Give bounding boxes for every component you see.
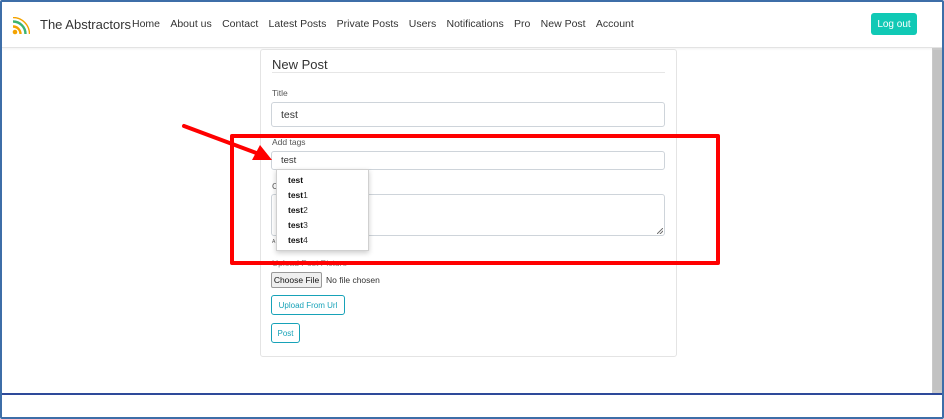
nav-pro[interactable]: Pro: [514, 18, 530, 30]
nav-private-posts[interactable]: Private Posts: [337, 18, 399, 30]
nav-notifications[interactable]: Notifications: [447, 18, 504, 30]
nav-about-us[interactable]: About us: [170, 18, 211, 30]
brand-name[interactable]: The Abstractors: [40, 17, 131, 32]
post-button[interactable]: Post: [271, 323, 300, 343]
nav-contact[interactable]: Contact: [222, 18, 258, 30]
logout-button[interactable]: Log out: [871, 13, 917, 35]
screenshot-frame: The Abstractors Home About us Contact La…: [0, 0, 944, 419]
title-input[interactable]: test: [271, 102, 665, 127]
choose-file-button[interactable]: Choose File: [271, 272, 322, 288]
nav-users[interactable]: Users: [409, 18, 436, 30]
navbar: The Abstractors Home About us Contact La…: [2, 2, 942, 48]
title-label: Title: [272, 88, 288, 98]
rss-feed-icon: [12, 17, 30, 35]
form-heading: New Post: [272, 57, 328, 72]
upload-from-url-button[interactable]: Upload From Url: [271, 295, 345, 315]
scrollbar-thumb[interactable]: [933, 50, 942, 390]
no-file-text: No file chosen: [326, 275, 380, 285]
nav-links: Home About us Contact Latest Posts Priva…: [132, 18, 644, 30]
nav-account[interactable]: Account: [596, 18, 634, 30]
bottom-divider: [2, 393, 942, 395]
heading-divider: [272, 72, 665, 73]
nav-new-post[interactable]: New Post: [541, 18, 586, 30]
nav-latest-posts[interactable]: Latest Posts: [269, 18, 327, 30]
nav-home[interactable]: Home: [132, 18, 160, 30]
annotation-highlight-box: [230, 134, 720, 265]
